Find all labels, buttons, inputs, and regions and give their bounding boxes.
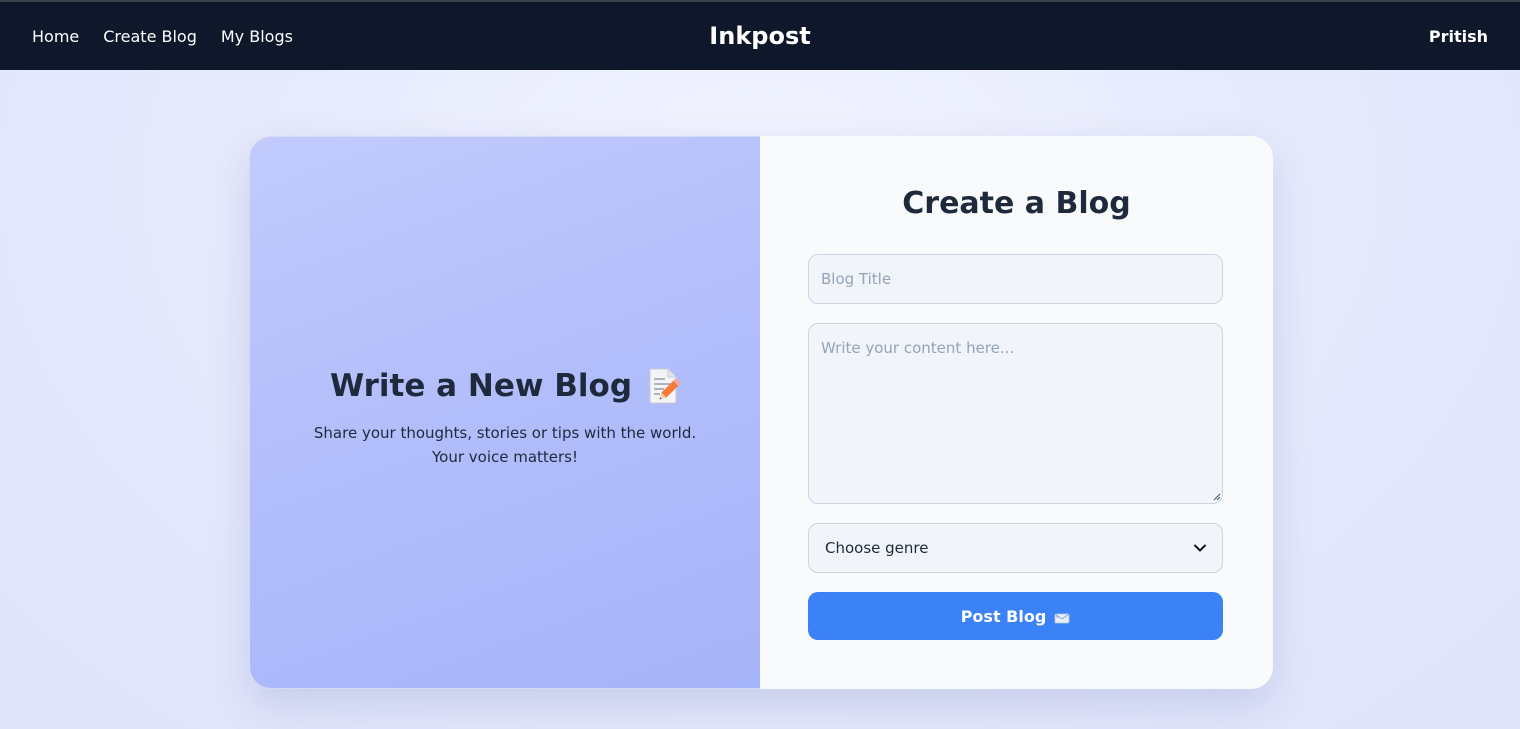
navbar: Home Create Blog My Blogs Inkpost Pritis… [0, 2, 1520, 70]
nav-link-create-blog[interactable]: Create Blog [103, 27, 197, 46]
memo-icon [649, 368, 681, 403]
hero-title: Write a New Blog [329, 367, 633, 404]
post-blog-button[interactable]: Post Blog [808, 592, 1223, 640]
nav-link-my-blogs[interactable]: My Blogs [221, 27, 293, 46]
nav-links: Home Create Blog My Blogs [32, 2, 293, 70]
envelope-icon [1054, 613, 1070, 624]
blog-title-input[interactable] [808, 254, 1223, 304]
blog-content-textarea[interactable] [808, 323, 1223, 504]
hero-heading: Write a New Blog [329, 367, 681, 405]
chevron-down-icon [1194, 544, 1206, 552]
blog-form: Create a Blog Choose genre Post Blog [760, 136, 1273, 689]
form-title: Create a Blog [902, 186, 1131, 221]
user-menu[interactable]: Pritish [1429, 2, 1488, 70]
genre-select-value: Choose genre [825, 539, 929, 557]
hero-panel: Write a New Blog Share your thoughts, st… [249, 136, 760, 689]
create-blog-card: Write a New Blog Share your thoughts, st… [249, 136, 1273, 689]
resize-handle-icon[interactable] [1213, 493, 1221, 501]
hero-description: Share your thoughts, stories or tips wit… [313, 423, 697, 466]
brand-logo-text[interactable]: Inkpost [709, 22, 810, 50]
genre-select[interactable]: Choose genre [808, 523, 1223, 573]
nav-link-home[interactable]: Home [32, 27, 79, 46]
post-blog-label: Post Blog [960, 606, 1047, 626]
